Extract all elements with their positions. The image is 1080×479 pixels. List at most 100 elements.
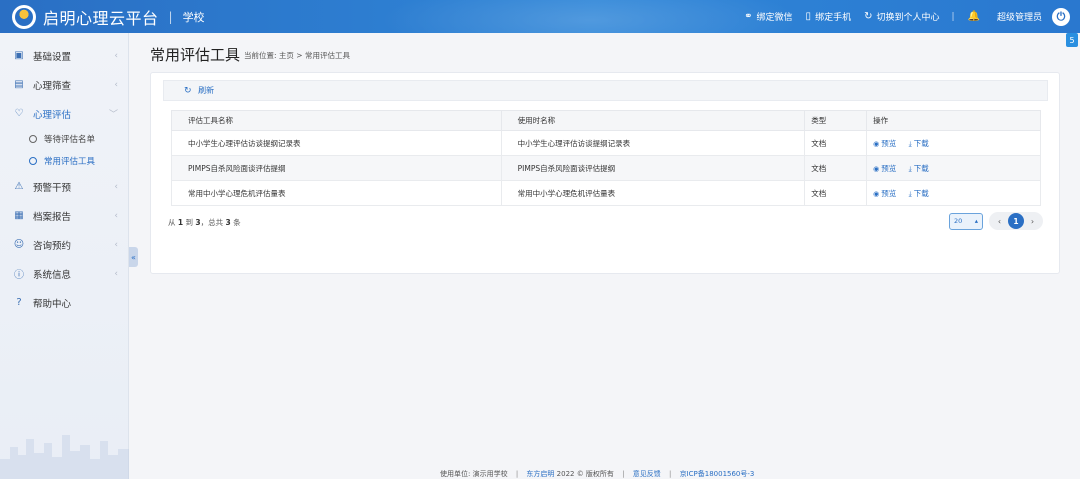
preview-button[interactable]: ◉ 预览 xyxy=(873,164,896,173)
table-header-row: 评估工具名称 使用时名称 类型 操作 xyxy=(171,110,1041,131)
chevron-left-icon: ‹ xyxy=(114,181,118,192)
summary-unit: 条 xyxy=(233,218,241,227)
download-button[interactable]: ⤓ 下载 xyxy=(909,189,929,198)
sidebar-collapse-button[interactable]: « xyxy=(129,247,138,267)
top-header: 启明心理云平台 | 学校 ⚭ 绑定微信 ▯ 绑定手机 ↻ 切换到个人中心 | 🔔… xyxy=(0,0,1080,33)
header-separator: | xyxy=(168,9,173,24)
switch-personal-center-button[interactable]: ↻ 切换到个人中心 xyxy=(864,10,939,23)
use-name-cell: 常用中小学心理危机评估量表 xyxy=(500,180,806,206)
download-label: 下载 xyxy=(913,163,929,173)
sidebar-item-assessment[interactable]: ♡ 心理评估 ﹀ xyxy=(0,99,128,128)
pagination-summary: 从 1 到 3，总共 3 条 xyxy=(168,217,241,228)
table-toolbar: ↻ 刷新 xyxy=(163,80,1048,101)
eye-icon: ◉ xyxy=(873,139,880,148)
summary-prefix: 从 xyxy=(168,218,176,227)
chevron-down-icon: ﹀ xyxy=(108,110,118,120)
actions-cell: ◉ 预览 ⤓ 下载 xyxy=(866,155,1041,181)
tool-name-cell: PIMPS自杀风险面谈评估提纲 xyxy=(171,155,502,181)
sidebar-item-label: 帮助中心 xyxy=(33,298,72,310)
download-button[interactable]: ⤓ 下载 xyxy=(909,139,929,148)
sidebar-item-label: 心理筛查 xyxy=(33,80,72,92)
bind-wechat-button[interactable]: ⚭ 绑定微信 xyxy=(744,10,792,23)
breadcrumb: 当前位置: 主页 > 常用评估工具 xyxy=(244,51,350,60)
sidebar-item-system-info[interactable]: ⓘ 系统信息 ‹ xyxy=(0,259,128,288)
download-label: 下载 xyxy=(913,138,929,148)
sidebar-item-label: 系统信息 xyxy=(33,269,72,281)
tools-table: 评估工具名称 使用时名称 类型 操作 中小学生心理评估访谈提纲记录表 中小学生心… xyxy=(171,110,1041,206)
switch-icon: ↻ xyxy=(864,11,873,22)
page-title: 常用评估工具 xyxy=(150,46,241,64)
logout-power-icon[interactable]: ⏻ xyxy=(1052,7,1070,26)
summary-to-word: 到 xyxy=(185,218,194,227)
preview-button[interactable]: ◉ 预览 xyxy=(873,189,896,198)
footer-icp-link[interactable]: 京ICP备18001560号-3 xyxy=(680,470,755,478)
footer-company-link[interactable]: 东方启明 xyxy=(526,470,554,478)
page-nav: ‹ 1 › xyxy=(989,212,1043,230)
circle-icon xyxy=(29,135,37,143)
bind-phone-button[interactable]: ▯ 绑定手机 xyxy=(806,10,852,23)
warning-icon: ⚠ xyxy=(14,181,24,192)
chevron-left-icon: ‹ xyxy=(114,210,118,221)
type-cell: 文档 xyxy=(804,180,868,206)
sidebar-subitem-label: 常用评估工具 xyxy=(44,157,96,167)
type-cell: 文档 xyxy=(804,130,868,156)
floating-badge[interactable]: 5 xyxy=(1066,33,1078,47)
table-row: PIMPS自杀风险面谈评估提纲 PIMPS自杀风险面谈评估提纲 文档 ◉ 预览 ⤓… xyxy=(171,155,1041,181)
user-menu[interactable]: 超级管理员 xyxy=(997,10,1042,23)
footer-sep: | xyxy=(622,470,625,478)
use-name-cell: 中小学生心理评估访谈提纲记录表 xyxy=(500,130,806,156)
page-size-value: 20 xyxy=(954,217,963,225)
bell-icon: 🔔 xyxy=(967,11,980,22)
prev-page-button[interactable]: ‹ xyxy=(993,217,1006,226)
footer-feedback-link[interactable]: 意见反馈 xyxy=(633,470,661,478)
use-name-cell: PIMPS自杀风险面谈评估提纲 xyxy=(500,155,806,181)
bind-phone-label: 绑定手机 xyxy=(815,13,852,23)
sidebar-item-label: 心理评估 xyxy=(33,109,72,121)
refresh-label: 刷新 xyxy=(198,86,215,95)
heart-icon: ♡ xyxy=(14,108,24,119)
table-row: 中小学生心理评估访谈提纲记录表 中小学生心理评估访谈提纲记录表 文档 ◉ 预览 ⤓… xyxy=(171,130,1041,156)
refresh-icon: ↻ xyxy=(184,86,192,96)
column-header: 操作 xyxy=(866,110,1041,131)
sidebar-item-warning[interactable]: ⚠ 预警干预 ‹ xyxy=(0,172,128,201)
sidebar-item-archive[interactable]: ▦ 档案报告 ‹ xyxy=(0,201,128,230)
sidebar-item-basic-settings[interactable]: ▣ 基础设置 ‹ xyxy=(0,41,128,70)
actions-cell: ◉ 预览 ⤓ 下载 xyxy=(866,180,1041,206)
content-card: ↻ 刷新 评估工具名称 使用时名称 类型 操作 中小学生心理评估访谈提纲记录表 … xyxy=(150,72,1060,274)
notification-button[interactable]: 🔔 xyxy=(968,11,984,22)
summary-total-word: ，总共 xyxy=(200,218,224,227)
brand-logo-icon xyxy=(12,4,36,29)
wechat-icon: ⚭ xyxy=(744,11,753,22)
sidebar: ▣ 基础设置 ‹ ▤ 心理筛查 ‹ ♡ 心理评估 ﹀ 等待评估名单 常用评估工具… xyxy=(0,33,129,479)
page-size-select[interactable]: 20 ▴ xyxy=(949,212,983,230)
column-header[interactable]: 评估工具名称 xyxy=(171,110,502,131)
summary-total: 3 xyxy=(225,218,231,227)
current-page-button[interactable]: 1 xyxy=(1008,213,1024,229)
sidebar-item-label: 基础设置 xyxy=(33,51,72,63)
eye-icon: ◉ xyxy=(873,164,880,173)
chevron-left-icon: ‹ xyxy=(114,268,118,279)
download-icon: ⤓ xyxy=(908,139,912,148)
next-page-button[interactable]: › xyxy=(1026,217,1039,226)
phone-icon: ▯ xyxy=(805,11,812,22)
settings-box-icon: ▣ xyxy=(14,50,24,61)
sidebar-subitem-label: 等待评估名单 xyxy=(44,135,96,145)
header-actions: ⚭ 绑定微信 ▯ 绑定手机 ↻ 切换到个人中心 | 🔔 超级管理员 ⏻ xyxy=(731,0,1070,33)
sidebar-item-help[interactable]: ? 帮助中心 xyxy=(0,288,128,317)
sidebar-subitem-common-tools[interactable]: 常用评估工具 xyxy=(0,150,128,172)
refresh-button[interactable]: ↻ 刷新 xyxy=(184,85,214,96)
preview-button[interactable]: ◉ 预览 xyxy=(873,139,896,148)
column-header[interactable]: 使用时名称 xyxy=(500,110,806,131)
table-row: 常用中小学心理危机评估量表 常用中小学心理危机评估量表 文档 ◉ 预览 ⤓ 下载 xyxy=(171,180,1041,206)
column-header[interactable]: 类型 xyxy=(804,110,868,131)
footer-sep: | xyxy=(668,470,672,478)
sidebar-item-label: 预警干预 xyxy=(33,182,72,194)
sidebar-item-screening[interactable]: ▤ 心理筛查 ‹ xyxy=(0,70,128,99)
sidebar-item-consultation[interactable]: ☺ 咨询预约 ‹ xyxy=(0,230,128,259)
download-label: 下载 xyxy=(913,188,929,198)
footer-copyright: 2022 © 版权所有 xyxy=(556,470,614,478)
chat-icon: ☺ xyxy=(13,239,25,250)
download-button[interactable]: ⤓ 下载 xyxy=(909,164,929,173)
school-label: 学校 xyxy=(182,10,205,24)
sidebar-subitem-waiting-list[interactable]: 等待评估名单 xyxy=(0,128,128,150)
